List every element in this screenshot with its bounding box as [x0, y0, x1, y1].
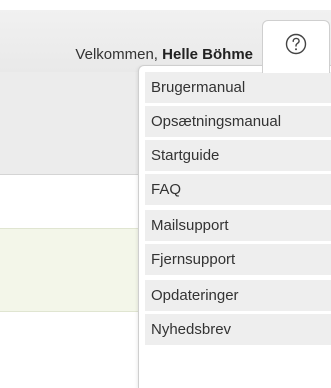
menu-item-nyhedsbrev[interactable]: Nyhedsbrev	[145, 314, 331, 345]
user-name[interactable]: Helle Böhme	[162, 46, 253, 63]
menu-item-fjernsupport[interactable]: Fjernsupport	[145, 244, 331, 275]
menu-item-startguide[interactable]: Startguide	[145, 140, 331, 171]
menu-item-mailsupport[interactable]: Mailsupport	[145, 210, 331, 241]
welcome-label: Velkommen,	[75, 46, 158, 63]
help-button[interactable]	[262, 20, 330, 73]
menu-item-brugermanual[interactable]: Brugermanual	[145, 72, 331, 103]
menu-item-opsaetningsmanual[interactable]: Opsætningsmanual	[145, 106, 331, 137]
help-circle-icon	[285, 33, 307, 55]
welcome-message: Velkommen, Helle Böhme	[75, 46, 253, 63]
menu-item-faq[interactable]: FAQ	[145, 174, 331, 205]
help-menu-list: Brugermanual Opsætningsmanual Startguide…	[145, 72, 331, 348]
help-dropdown-menu: Brugermanual Opsætningsmanual Startguide…	[138, 65, 331, 388]
menu-item-opdateringer[interactable]: Opdateringer	[145, 280, 331, 311]
top-strip	[0, 0, 331, 10]
